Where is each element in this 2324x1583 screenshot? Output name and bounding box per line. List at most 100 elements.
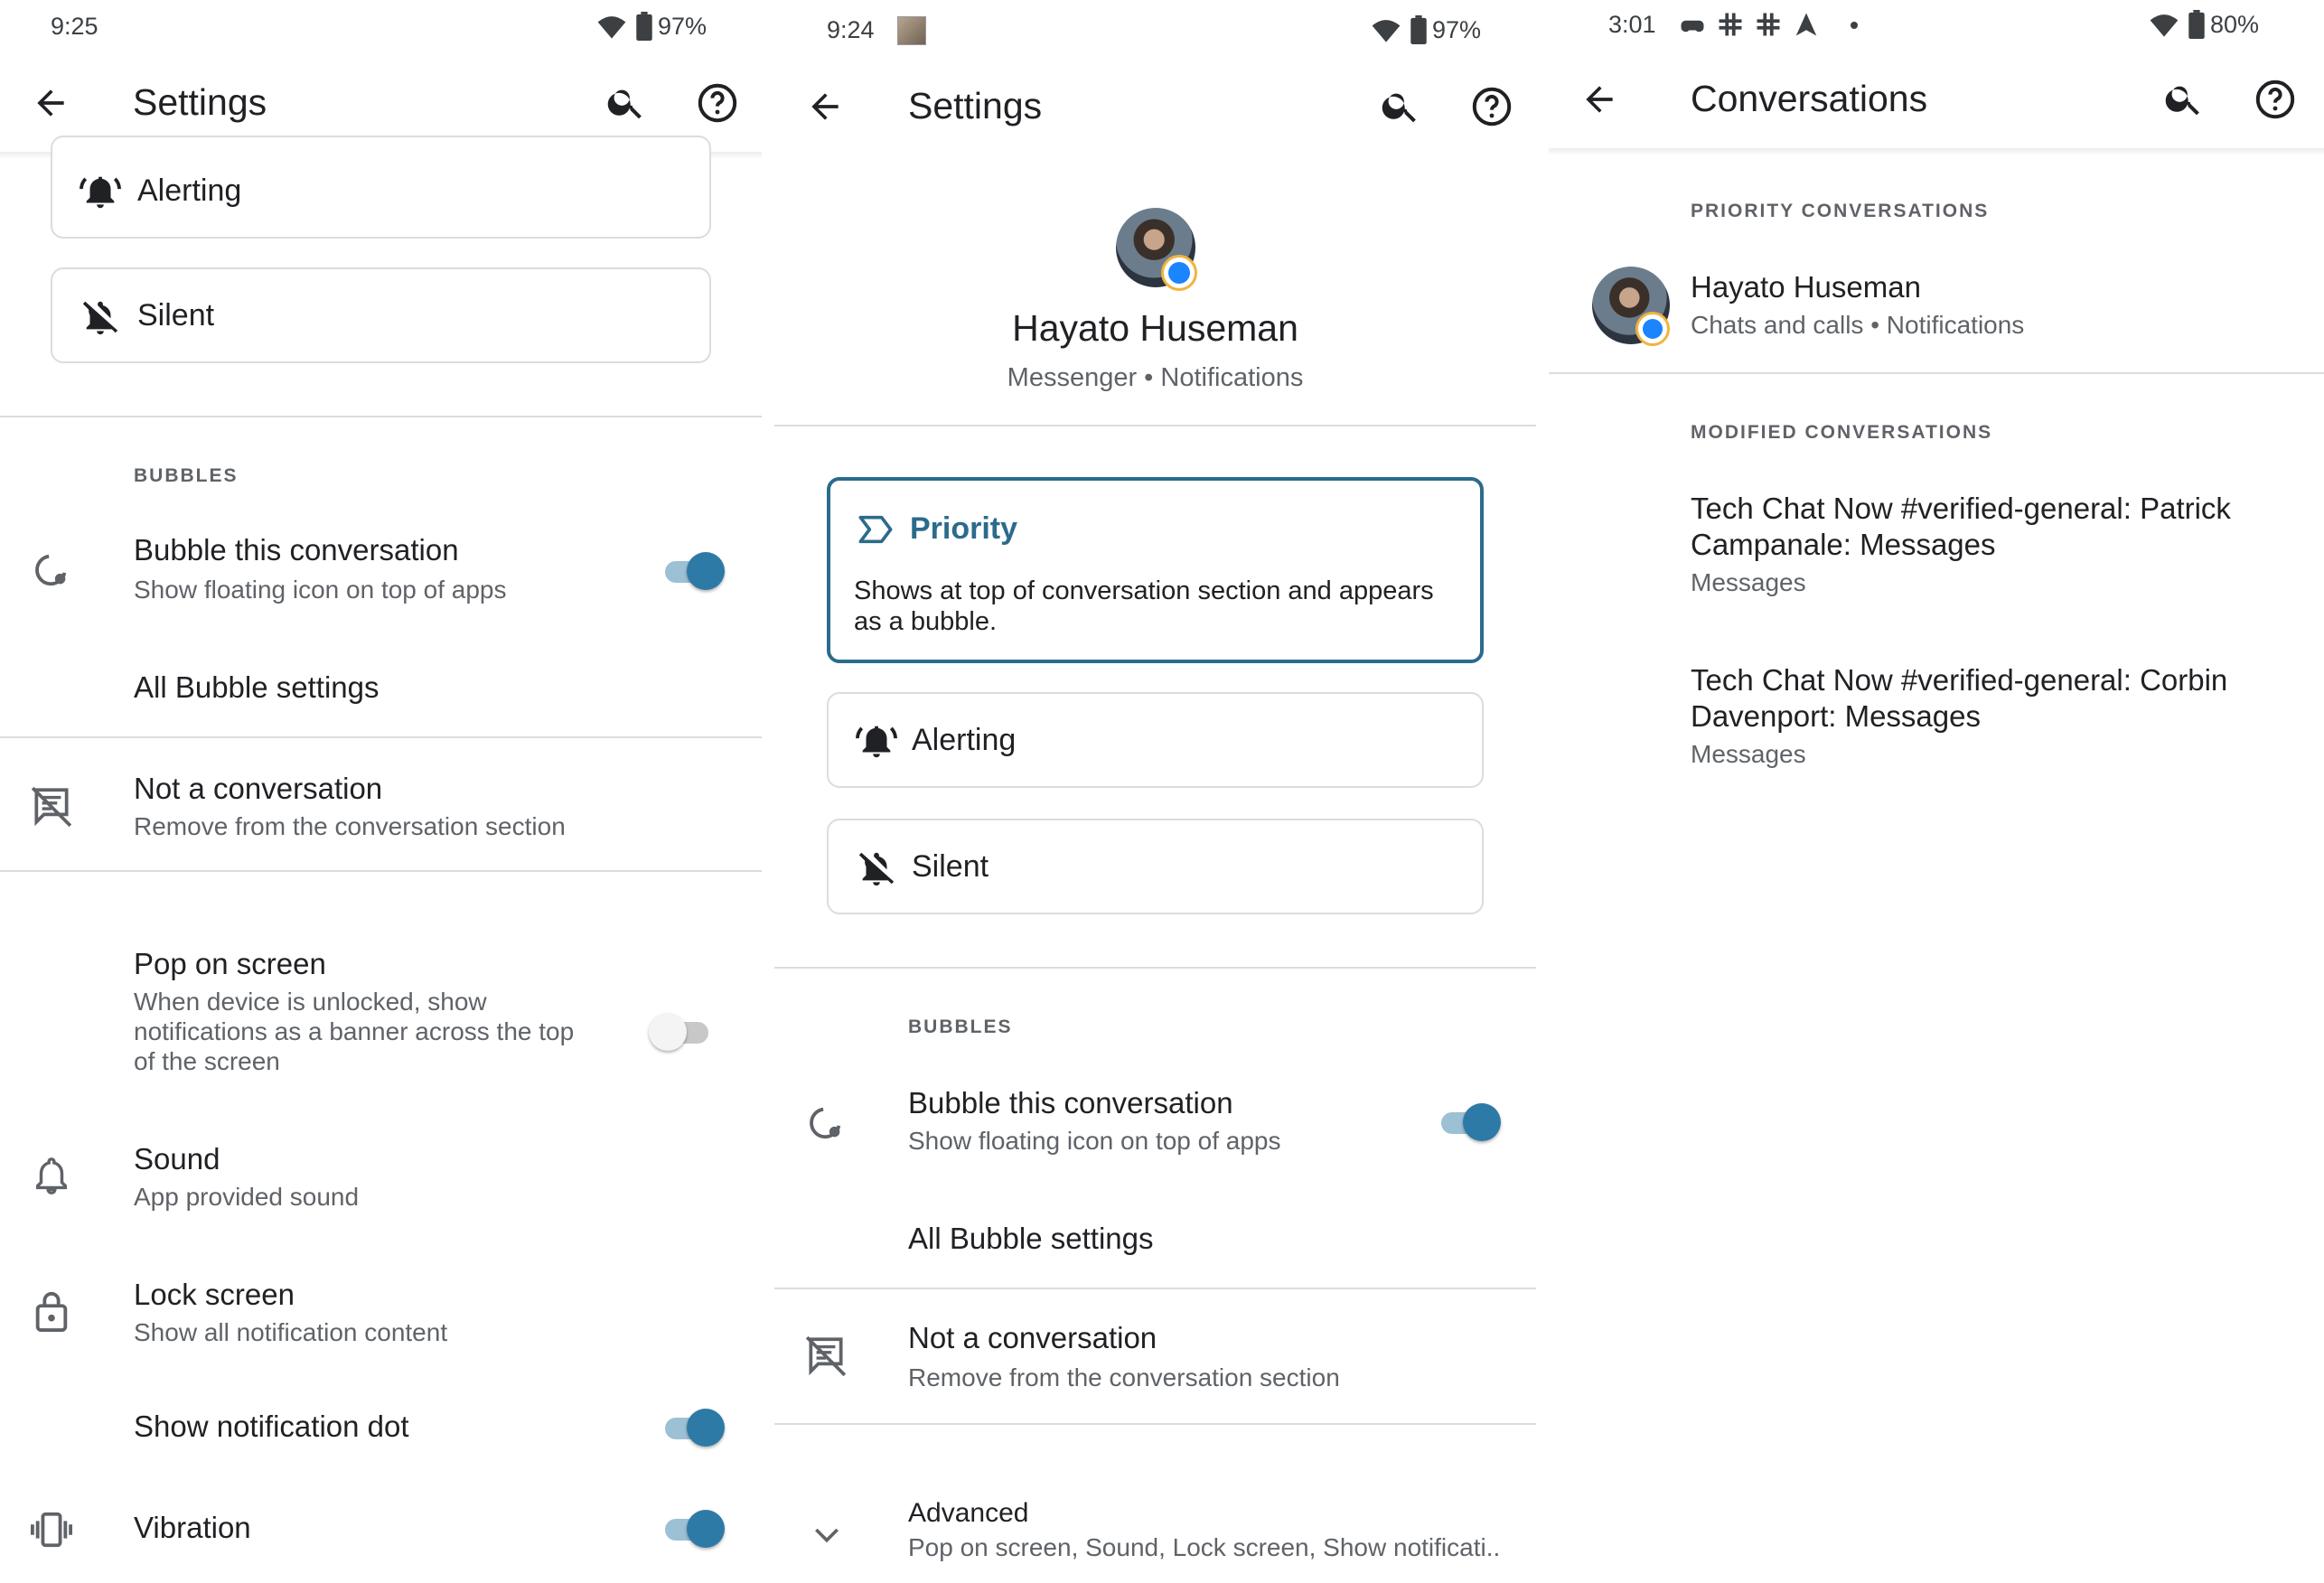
not-conversation-title: Not a conversation xyxy=(134,772,383,805)
bubble-conversation-row[interactable]: Bubble this conversation Show floating i… xyxy=(0,524,762,623)
priority-card[interactable]: Priority Shows at top of conversation se… xyxy=(827,477,1484,663)
bubble-title: Bubble this conversation xyxy=(134,533,459,567)
lock-screen-row[interactable]: Lock screen Show all notification conten… xyxy=(0,1274,762,1364)
silent-card[interactable]: Silent xyxy=(51,267,711,363)
conversation-subtitle: Messages xyxy=(1691,740,1806,768)
alerting-card[interactable]: Alerting xyxy=(51,136,711,239)
lock-screen-subtitle: Show all notification content xyxy=(134,1318,448,1346)
silent-label: Silent xyxy=(912,849,989,884)
vibration-row[interactable]: Vibration xyxy=(0,1502,762,1556)
sound-title: Sound xyxy=(134,1142,220,1176)
not-conversation-subtitle: Remove from the conversation section xyxy=(134,812,566,840)
bubble-subtitle: Show floating icon on top of apps xyxy=(134,576,507,604)
messenger-badge-icon xyxy=(1635,312,1670,346)
all-bubble-settings-link[interactable]: All Bubble settings xyxy=(908,1222,1154,1256)
not-a-conversation-row[interactable]: Not a conversation Remove from the conve… xyxy=(0,759,762,867)
conversation-subtitle: Messages xyxy=(1691,568,1806,596)
not-conversation-title: Not a conversation xyxy=(908,1321,1157,1354)
status-time: 9:24 xyxy=(827,16,875,43)
advanced-title: Advanced xyxy=(908,1498,1029,1528)
divider xyxy=(0,416,762,417)
silent-card[interactable]: Silent xyxy=(827,819,1484,914)
settings-panel-middle: 9:24 97% Settings Hayato Huseman Messeng… xyxy=(774,0,1536,1583)
not-conversation-icon xyxy=(805,1335,847,1377)
bell-off-icon xyxy=(858,852,895,886)
bubbles-header: BUBBLES xyxy=(134,465,239,486)
page-title: Settings xyxy=(133,81,267,123)
vibration-toggle[interactable] xyxy=(660,1509,725,1550)
bubble-subtitle: Show floating icon on top of apps xyxy=(908,1127,1281,1155)
modified-conversations-header: MODIFIED CONVERSATIONS xyxy=(1691,422,1993,443)
wifi-icon xyxy=(2150,14,2179,37)
all-bubble-settings-link[interactable]: All Bubble settings xyxy=(134,670,380,705)
back-arrow-icon[interactable] xyxy=(1579,80,1619,119)
back-arrow-icon[interactable] xyxy=(805,87,845,126)
help-icon[interactable] xyxy=(1470,85,1513,128)
back-arrow-icon[interactable] xyxy=(31,83,70,123)
divider xyxy=(774,1423,1536,1425)
conversation-title-line1: Tech Chat Now #verified-general: Patrick xyxy=(1691,492,2231,525)
messenger-badge-icon xyxy=(1161,255,1197,291)
pop-on-screen-row[interactable]: Pop on screen When device is unlocked, s… xyxy=(0,940,762,1084)
search-icon[interactable] xyxy=(1380,85,1421,126)
modified-conversation-item[interactable]: Tech Chat Now #verified-general: Corbin … xyxy=(1549,660,2324,786)
notification-dot-title: Show notification dot xyxy=(134,1410,409,1443)
status-time: 9:25 xyxy=(51,13,98,40)
not-a-conversation-row[interactable]: Not a conversation Remove from the conve… xyxy=(774,1312,1536,1420)
bubble-conversation-row[interactable]: Bubble this conversation Show floating i… xyxy=(774,1075,1536,1175)
contact-subtitle: Messenger • Notifications xyxy=(1007,363,1304,392)
divider xyxy=(774,425,1536,426)
pop-subtitle-line1: When device is unlocked, show xyxy=(134,988,487,1016)
pop-toggle[interactable] xyxy=(649,1012,714,1054)
conversation-title-line2: Campanale: Messages xyxy=(1691,528,1996,561)
bubble-toggle[interactable] xyxy=(660,551,725,593)
pop-subtitle-line2: notifications as a banner across the top xyxy=(134,1017,575,1045)
search-icon[interactable] xyxy=(605,81,647,123)
battery-icon xyxy=(1410,15,1427,44)
modified-conversation-item[interactable]: Tech Chat Now #verified-general: Patrick… xyxy=(1549,488,2324,614)
battery-icon xyxy=(636,12,652,41)
sound-subtitle: App provided sound xyxy=(134,1183,360,1211)
bubble-title: Bubble this conversation xyxy=(908,1086,1233,1119)
bubble-toggle[interactable] xyxy=(1436,1102,1501,1144)
alerting-label: Alerting xyxy=(912,723,1017,757)
not-conversation-subtitle: Remove from the conversation section xyxy=(908,1363,1340,1391)
settings-panel-left: 9:25 97% Settings Alerting Silent BUBBLE… xyxy=(0,0,762,1583)
notification-dot-row[interactable]: Show notification dot xyxy=(0,1402,762,1457)
vibration-title: Vibration xyxy=(134,1511,251,1544)
battery-percent: 97% xyxy=(1432,16,1482,43)
priority-conversation-item[interactable]: Hayato Huseman Chats and calls • Notific… xyxy=(1549,258,2324,357)
search-icon[interactable] xyxy=(2163,78,2205,119)
conversation-title-line2: Davenport: Messages xyxy=(1691,699,1981,733)
alert-bell-icon xyxy=(856,726,897,758)
lock-screen-title: Lock screen xyxy=(134,1278,295,1311)
bell-off-icon xyxy=(82,301,118,335)
lock-icon xyxy=(35,1291,68,1332)
pop-subtitle-line3: of the screen xyxy=(134,1047,280,1075)
divider xyxy=(0,870,762,872)
toolbar-shadow xyxy=(1549,148,2324,155)
battery-icon xyxy=(2188,10,2205,39)
contact-name: Hayato Huseman xyxy=(1012,307,1298,349)
more-notifications-dot-icon xyxy=(1851,22,1858,29)
bubble-icon xyxy=(810,1107,841,1139)
sound-row[interactable]: Sound App provided sound xyxy=(0,1138,762,1229)
divider xyxy=(774,1288,1536,1289)
chevron-down-icon xyxy=(815,1528,839,1543)
status-time: 3:01 xyxy=(1608,11,1656,38)
priority-label: Priority xyxy=(910,511,1018,546)
silent-label: Silent xyxy=(137,298,215,333)
conversation-subtitle: Chats and calls • Notifications xyxy=(1691,311,2025,339)
alerting-label: Alerting xyxy=(137,173,242,208)
priority-conversations-header: PRIORITY CONVERSATIONS xyxy=(1691,201,1990,221)
help-icon[interactable] xyxy=(2254,78,2297,121)
bell-icon xyxy=(35,1157,68,1194)
notification-dot-toggle[interactable] xyxy=(660,1408,725,1449)
battery-percent: 80% xyxy=(2210,11,2260,38)
alerting-card[interactable]: Alerting xyxy=(827,692,1484,788)
slack-icon xyxy=(1719,13,1742,36)
advanced-row[interactable]: Advanced Pop on screen, Sound, Lock scre… xyxy=(774,1489,1536,1570)
help-icon[interactable] xyxy=(696,81,739,125)
pop-title: Pop on screen xyxy=(134,947,326,980)
conversations-panel: 3:01 80% Conversations PRIORITY CONVERSA… xyxy=(1549,0,2324,1583)
